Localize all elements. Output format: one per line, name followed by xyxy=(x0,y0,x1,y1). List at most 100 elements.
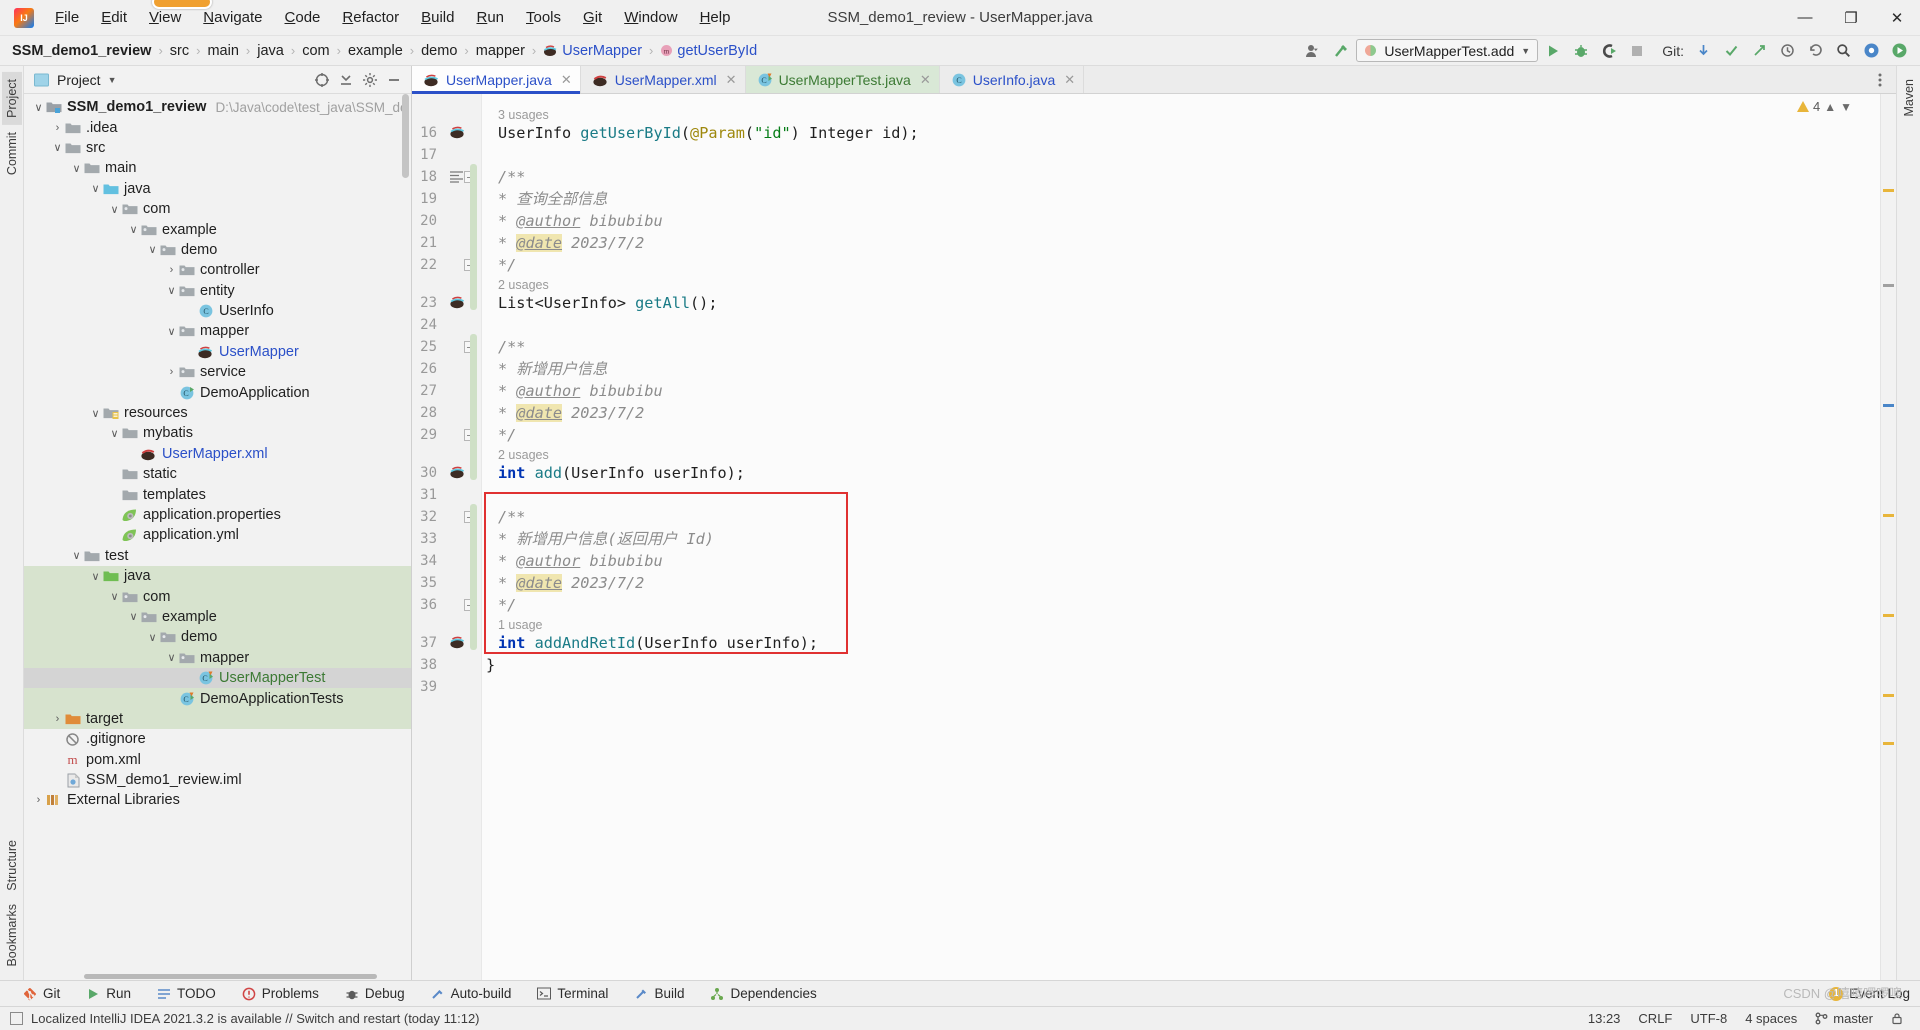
menu-git[interactable]: Git xyxy=(572,4,613,32)
editor-tab-userinfo-java[interactable]: C UserInfo.java ✕ xyxy=(939,66,1085,93)
tree-node-entity[interactable]: ∨ entity xyxy=(24,281,411,301)
tree-node-demo[interactable]: ∨ demo xyxy=(24,240,411,260)
inspection-marker[interactable] xyxy=(1883,284,1894,287)
menu-code[interactable]: Code xyxy=(274,4,332,32)
chevron-down-icon[interactable]: ∨ xyxy=(108,590,121,603)
chevron-down-icon[interactable]: ∨ xyxy=(146,243,159,256)
usage-count-hint[interactable]: 2 usages xyxy=(498,448,549,462)
code-line[interactable]: * @author bibubibu xyxy=(498,550,663,572)
close-icon[interactable]: ✕ xyxy=(561,72,572,88)
breadcrumb-item-src[interactable]: src xyxy=(170,43,189,59)
tree-node-java[interactable]: ∨ java xyxy=(24,565,411,587)
tree-node-templates[interactable]: templates xyxy=(24,484,411,504)
code-line[interactable]: /** xyxy=(498,506,525,528)
chevron-down-icon[interactable]: ∨ xyxy=(146,631,159,644)
tree-node-ssm-demo1-review-iml[interactable]: SSM_demo1_review.iml xyxy=(24,770,411,790)
menu-help[interactable]: Help xyxy=(689,4,742,32)
menu-edit[interactable]: Edit xyxy=(90,4,138,32)
breadcrumb-item-demo[interactable]: demo xyxy=(421,43,457,59)
status-line-separator[interactable]: CRLF xyxy=(1629,1009,1681,1029)
rail-tab-structure[interactable]: Structure xyxy=(2,833,22,898)
chevron-down-icon[interactable]: ∨ xyxy=(165,284,178,297)
bottom-tab-run[interactable]: Run xyxy=(73,983,144,1005)
tree-node-java[interactable]: ∨ java xyxy=(24,179,411,199)
bottom-tab-auto-build[interactable]: Auto-build xyxy=(418,983,525,1005)
code-line[interactable]: * 查询全部信息 xyxy=(498,188,607,210)
tree-node-ssm-demo1-review[interactable]: ∨ SSM_demo1_review D:\Java\code\test_java\… xyxy=(24,97,411,117)
hide-panel-icon[interactable] xyxy=(383,69,405,91)
chevron-down-icon[interactable]: ▼ xyxy=(1521,46,1530,56)
menu-file[interactable]: File xyxy=(44,4,90,32)
status-branch[interactable]: master xyxy=(1806,1009,1882,1029)
tree-node-com[interactable]: ∨ com xyxy=(24,199,411,219)
code-line[interactable]: */ xyxy=(498,254,516,276)
chevron-down-icon[interactable]: ∨ xyxy=(89,570,102,583)
chevron-up-icon[interactable]: ▲ xyxy=(1824,100,1836,114)
tree-node-mapper[interactable]: ∨ mapper xyxy=(24,321,411,341)
breadcrumb-item-java[interactable]: java xyxy=(257,43,284,59)
tree-node-demo[interactable]: ∨ demo xyxy=(24,627,411,648)
mybatis-navigate-gutter-icon[interactable] xyxy=(449,465,467,483)
tree-node-static[interactable]: static xyxy=(24,464,411,484)
bottom-tab-debug[interactable]: Debug xyxy=(332,983,418,1005)
bottom-tab-build[interactable]: Build xyxy=(621,983,697,1005)
status-encoding[interactable]: UTF-8 xyxy=(1681,1009,1736,1029)
chevron-down-icon[interactable]: ∨ xyxy=(108,203,121,216)
project-tree[interactable]: ∨ SSM_demo1_review D:\Java\code\test_java\… xyxy=(24,94,411,980)
inspection-markers-strip[interactable] xyxy=(1880,94,1896,980)
menu-build[interactable]: Build xyxy=(410,4,465,32)
code-line[interactable]: * 新增用户信息(返回用户 Id) xyxy=(498,528,714,550)
run-button[interactable] xyxy=(1540,39,1566,63)
run-app-green-icon[interactable] xyxy=(1886,39,1912,63)
tree-node-main[interactable]: ∨ main xyxy=(24,158,411,178)
chevron-right-icon[interactable]: › xyxy=(32,794,45,807)
bottom-tool-window-bar[interactable]: Git Run TODO Problems Debug Auto-build Termina… xyxy=(0,980,1920,1006)
code-line[interactable]: List<UserInfo> getAll(); xyxy=(498,292,717,314)
code-line[interactable]: UserInfo getUserById(@Param("id") Intege… xyxy=(498,122,919,144)
inspection-marker[interactable] xyxy=(1883,189,1894,192)
breadcrumb-item-main[interactable]: main xyxy=(207,43,238,59)
usage-count-hint[interactable]: 1 usage xyxy=(498,618,542,632)
tree-node-usermappertest[interactable]: C UserMapperTest xyxy=(24,667,411,689)
window-controls[interactable]: — ❐ ✕ xyxy=(1782,0,1920,36)
status-lock-icon[interactable] xyxy=(1882,1009,1912,1029)
usage-count-hint[interactable]: 3 usages xyxy=(498,108,549,122)
tree-node-resources[interactable]: ∨ resources xyxy=(24,403,411,423)
editor-tab-options-icon[interactable] xyxy=(1864,66,1896,93)
editor-tab-usermapper-java[interactable]: UserMapper.java ✕ xyxy=(412,66,581,94)
breadcrumb[interactable]: SSM_demo1_review › src › main › java › com › examp… xyxy=(12,43,757,59)
collapse-all-icon[interactable] xyxy=(335,69,357,91)
chevron-right-icon[interactable]: › xyxy=(165,366,178,379)
tree-node-application-properties[interactable]: application.properties xyxy=(24,505,411,525)
stop-button[interactable] xyxy=(1624,39,1650,63)
chevron-right-icon[interactable]: › xyxy=(51,121,64,134)
close-icon[interactable]: ✕ xyxy=(1064,72,1075,88)
menu-window[interactable]: Window xyxy=(613,4,688,32)
menu-tools[interactable]: Tools xyxy=(515,4,572,32)
debug-button[interactable] xyxy=(1568,39,1594,63)
menu-run[interactable]: Run xyxy=(465,4,515,32)
inspection-marker[interactable] xyxy=(1883,694,1894,697)
project-scope-chevron-icon[interactable]: ▼ xyxy=(108,75,117,85)
tree-node-usermapper[interactable]: UserMapper xyxy=(24,342,411,362)
code-line[interactable]: */ xyxy=(498,594,516,616)
project-tree-hscrollbar[interactable] xyxy=(24,972,411,980)
git-history-icon[interactable] xyxy=(1774,39,1800,63)
breadcrumb-item-com[interactable]: com xyxy=(302,43,329,59)
tree-node-example[interactable]: ∨ example xyxy=(24,219,411,239)
status-message[interactable]: Localized IntelliJ IDEA 2021.3.2 is avai… xyxy=(31,1011,480,1026)
status-indent[interactable]: 4 spaces xyxy=(1736,1009,1806,1029)
tree-node-target[interactable]: › target xyxy=(24,708,411,730)
code-line[interactable]: int addAndRetId(UserInfo userInfo); xyxy=(498,632,818,654)
toolbar-actions[interactable]: UserMapperTest.add ▼ Git: xyxy=(1300,39,1920,63)
tree-node-usermapper-xml[interactable]: UserMapper.xml xyxy=(24,444,411,464)
maximize-button[interactable]: ❐ xyxy=(1828,0,1874,36)
chevron-down-icon[interactable]: ∨ xyxy=(51,141,64,154)
select-opened-file-icon[interactable] xyxy=(311,69,333,91)
bottom-tab-problems[interactable]: Problems xyxy=(229,983,332,1005)
chevron-down-icon[interactable]: ∨ xyxy=(127,223,140,236)
chevron-down-icon[interactable]: ∨ xyxy=(32,101,45,114)
code-editor[interactable]: 3 usages UserInfo getUserById(@Param("id"… xyxy=(482,94,1880,980)
usage-count-hint[interactable]: 2 usages xyxy=(498,278,549,292)
breadcrumb-item-usermapper[interactable]: UserMapper xyxy=(562,43,642,59)
